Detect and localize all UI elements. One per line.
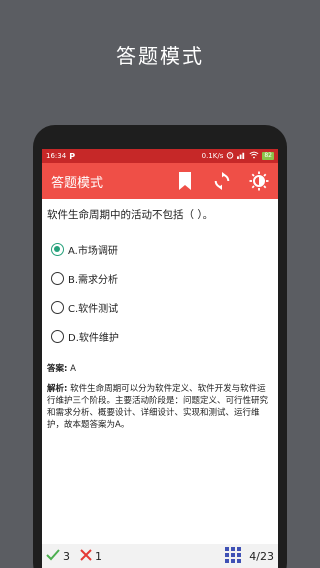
correct-count: 3 [63,549,70,563]
option-label: D.软件维护 [68,333,119,344]
wrong-count: 1 [95,549,102,563]
wrong-stat: 1 [80,548,102,564]
option-label: C.软件测试 [68,304,119,315]
correct-stat: 3 [46,548,70,564]
bookmark-icon[interactable] [175,171,195,191]
answer-value: A [70,364,76,374]
check-icon [46,548,60,564]
promo-title: 答题模式 [116,44,204,68]
radio-icon[interactable] [51,272,64,285]
app-screen: 16:34 P 0.1K/s 82 答题模式 软件生命周期中的活动不包括（ ）。… [42,149,278,568]
radio-icon[interactable] [51,330,64,343]
status-time: 16:34 [46,152,67,160]
notification-p-icon: P [69,151,76,161]
wifi-icon [249,151,259,161]
app-title: 答题模式 [51,175,104,191]
battery-icon: 82 [262,152,274,160]
option-b[interactable]: B.需求分析 [47,264,273,293]
option-d[interactable]: D.软件维护 [47,322,273,351]
question-text: 软件生命周期中的活动不包括（ ）。 [47,209,214,221]
option-label: A.市场调研 [68,246,118,257]
cross-icon [80,548,92,564]
brightness-icon[interactable] [249,171,269,191]
network-speed: 0.1K/s [201,152,224,160]
app-bar: 答题模式 [42,163,278,199]
sync-icon[interactable] [212,171,232,191]
option-c[interactable]: C.软件测试 [47,293,273,322]
alarm-icon [226,151,234,161]
signal-icon [237,151,246,161]
status-bar: 16:34 P 0.1K/s 82 [42,149,278,163]
explanation-text: 软件生命周期可以分为软件定义、软件开发与软件运行维护三个阶段。主要活动阶段是：问… [47,384,269,430]
explanation-label: 解析: [47,384,68,394]
progress-counter: 4/23 [249,549,274,563]
answer-label: 答案: [47,364,68,374]
option-a[interactable]: A.市场调研 [47,235,273,264]
explanation: 解析: 软件生命周期可以分为软件定义、软件开发与软件运行维护三个阶段。主要活动阶… [47,383,273,431]
option-label: B.需求分析 [68,275,119,286]
grid-icon[interactable] [225,546,242,566]
radio-icon[interactable] [51,301,64,314]
radio-checked-icon[interactable] [51,243,64,256]
bottom-bar: 3 1 4/23 [42,544,278,568]
question-content: 软件生命周期中的活动不包括（ ）。 A.市场调研 B.需求分析 C.软件测试 D… [42,199,278,431]
answer-line: 答案: A [47,363,273,375]
